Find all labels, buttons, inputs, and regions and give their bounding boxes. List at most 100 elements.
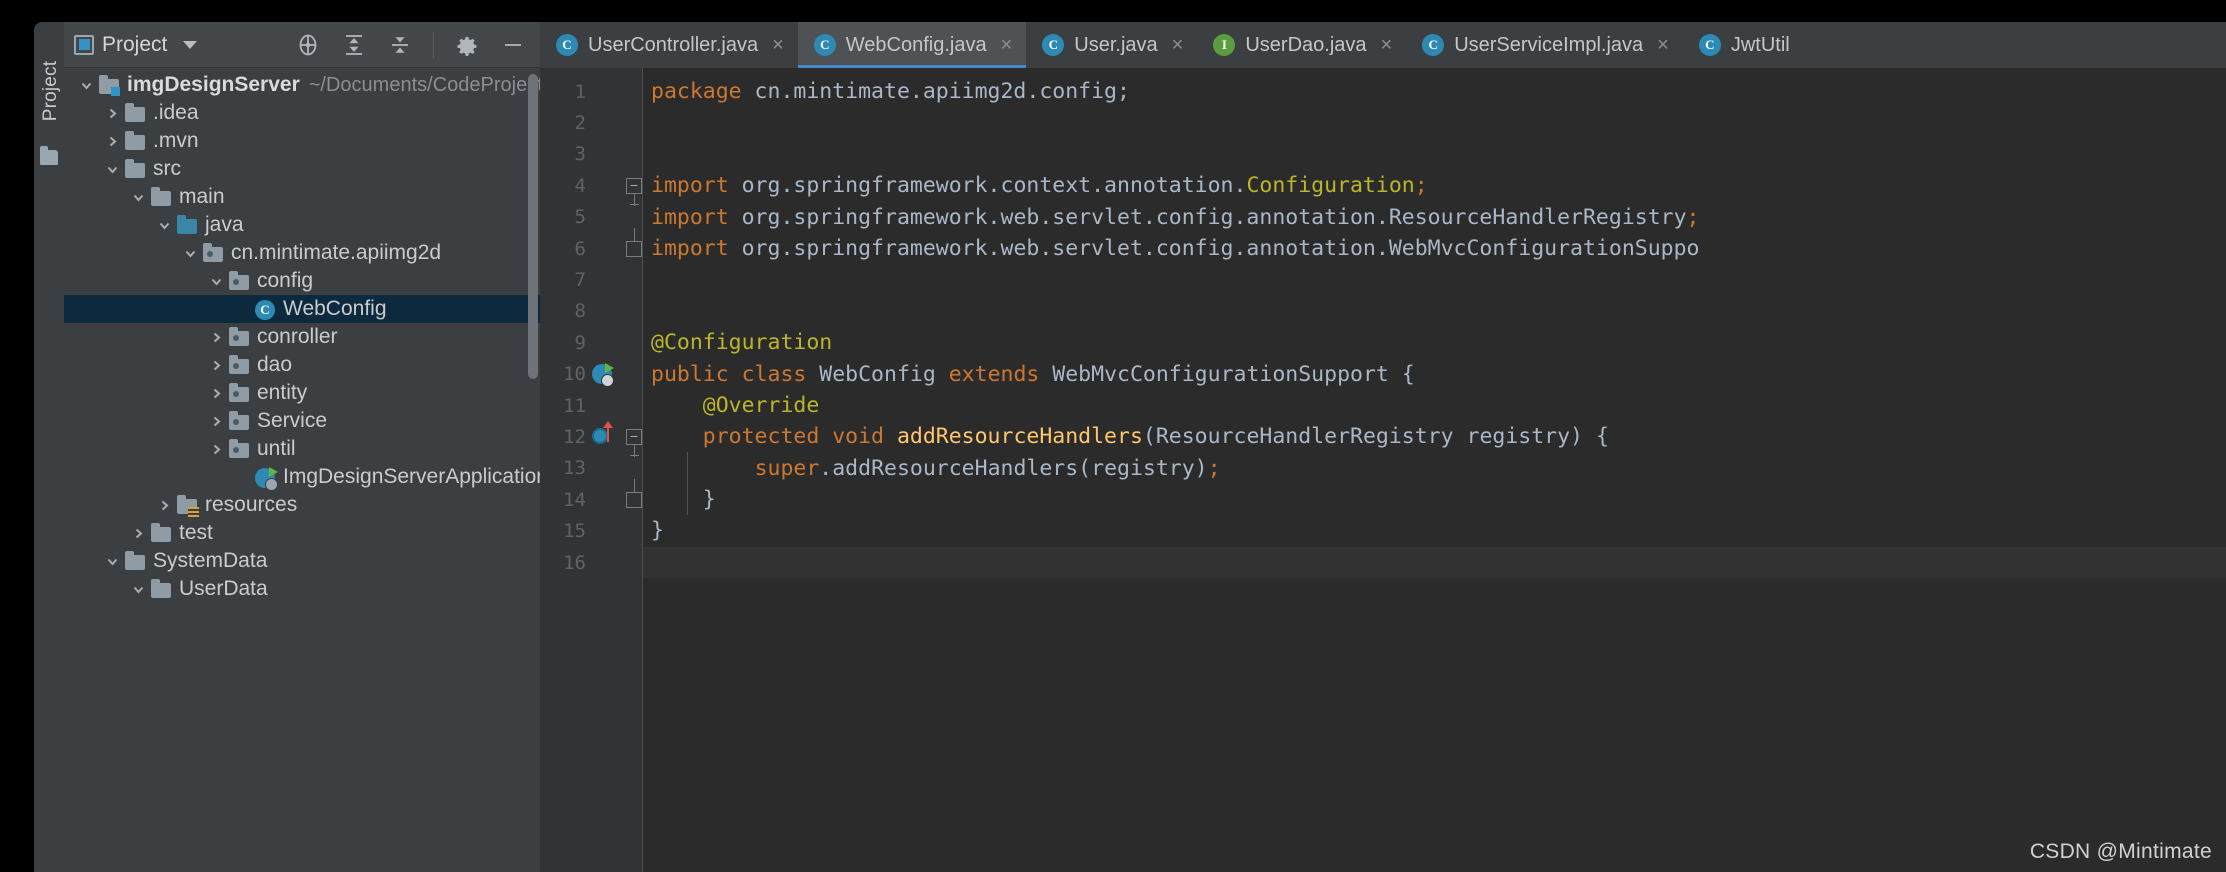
- chevron-down-icon[interactable]: [178, 247, 202, 260]
- collapse-all-icon[interactable]: [387, 32, 413, 58]
- project-view-selector[interactable]: Project: [74, 33, 198, 57]
- code-line[interactable]: super.addResourceHandlers(registry);: [643, 453, 2226, 484]
- gutter-row[interactable]: 15: [540, 515, 643, 546]
- code-editor[interactable]: 1 2 3 4−5 6 7 8 9 10 11 12−13 14 15 16 package cn.min…: [540, 68, 2226, 872]
- gutter-row[interactable]: 14: [540, 479, 643, 515]
- tree-node[interactable]: ImgDesignServerApplication: [64, 463, 540, 491]
- code-line[interactable]: [643, 107, 2226, 138]
- chevron-down-icon[interactable]: [100, 163, 124, 176]
- tree-node[interactable]: until: [64, 435, 540, 463]
- chevron-right-icon[interactable]: [204, 387, 228, 400]
- code-line[interactable]: [643, 264, 2226, 295]
- tree-node[interactable]: config: [64, 267, 540, 295]
- hide-window-icon[interactable]: [500, 32, 526, 58]
- tree-node[interactable]: conroller: [64, 323, 540, 351]
- editor-tab[interactable]: I UserDao.java ×: [1197, 22, 1406, 68]
- module-folder-icon: [98, 74, 120, 96]
- tree-node[interactable]: .mvn: [64, 127, 540, 155]
- locate-icon[interactable]: [295, 32, 321, 58]
- gutter-row[interactable]: 4−: [540, 170, 643, 207]
- gutter-row[interactable]: 12 −: [540, 421, 643, 458]
- project-tree[interactable]: imgDesignServer ~/Documents/CodeProject/.…: [64, 68, 540, 872]
- chevron-right-icon[interactable]: [100, 107, 124, 120]
- tree-node[interactable]: resources: [64, 491, 540, 519]
- tree-node[interactable]: test: [64, 519, 540, 547]
- code-line[interactable]: [643, 139, 2226, 170]
- code-line[interactable]: [643, 296, 2226, 327]
- chevron-right-icon[interactable]: [204, 415, 228, 428]
- chevron-down-icon[interactable]: [74, 79, 98, 92]
- close-icon[interactable]: ×: [1381, 35, 1393, 55]
- tree-node[interactable]: imgDesignServer ~/Documents/CodeProject/: [64, 71, 540, 99]
- code-line[interactable]: @Configuration: [643, 327, 2226, 358]
- editor-tab[interactable]: C UserController.java ×: [540, 22, 798, 68]
- code-fold-icon[interactable]: −: [626, 178, 642, 207]
- close-icon[interactable]: ×: [772, 35, 784, 55]
- gutter-row[interactable]: 7: [540, 264, 643, 295]
- code-line[interactable]: [643, 546, 2226, 579]
- tree-node[interactable]: src: [64, 155, 540, 183]
- gutter-row[interactable]: 6: [540, 227, 643, 264]
- project-tree-scrollbar[interactable]: [528, 74, 538, 379]
- chevron-down-icon[interactable]: [100, 555, 124, 568]
- tree-node[interactable]: java: [64, 211, 540, 239]
- close-icon[interactable]: ×: [1172, 35, 1184, 55]
- stripe-project-button[interactable]: Project: [40, 36, 62, 146]
- settings-gear-icon[interactable]: [454, 32, 480, 58]
- chevron-down-icon[interactable]: [152, 219, 176, 232]
- tree-node[interactable]: main: [64, 183, 540, 211]
- code-line[interactable]: import org.springframework.web.servlet.c…: [643, 202, 2226, 233]
- chevron-down-icon[interactable]: [126, 583, 150, 596]
- chevron-down-icon[interactable]: [183, 40, 198, 49]
- editor-tab-bar[interactable]: C UserController.java × C WebConfig.java × C Us…: [540, 22, 2226, 68]
- code-line[interactable]: protected void addResourceHandlers(Resou…: [643, 421, 2226, 452]
- code-line[interactable]: }: [643, 515, 2226, 546]
- code-line[interactable]: import org.springframework.context.annot…: [643, 170, 2226, 201]
- code-line[interactable]: }: [643, 484, 2226, 515]
- tree-node[interactable]: Service: [64, 407, 540, 435]
- gutter-row[interactable]: 13: [540, 453, 643, 484]
- overriding-method-gutter-icon[interactable]: [592, 421, 614, 448]
- code-fold-icon[interactable]: [626, 479, 642, 509]
- editor-gutter[interactable]: 1 2 3 4−5 6 7 8 9 10 11 12−13 14 15 16: [540, 68, 643, 872]
- chevron-right-icon[interactable]: [204, 443, 228, 456]
- gutter-row[interactable]: 11: [540, 390, 643, 421]
- tree-node[interactable]: .idea: [64, 99, 540, 127]
- editor-tab[interactable]: C JwtUtil: [1683, 22, 1804, 68]
- code-line[interactable]: import org.springframework.web.servlet.c…: [643, 233, 2226, 264]
- close-icon[interactable]: ×: [1657, 35, 1669, 55]
- close-icon[interactable]: ×: [1001, 35, 1013, 55]
- chevron-down-icon[interactable]: [204, 275, 228, 288]
- gutter-row[interactable]: 8: [540, 296, 643, 327]
- gutter-row[interactable]: 3: [540, 139, 643, 170]
- chevron-right-icon[interactable]: [204, 331, 228, 344]
- editor-tab[interactable]: C UserServiceImpl.java ×: [1406, 22, 1683, 68]
- tree-node[interactable]: SystemData: [64, 547, 540, 575]
- gutter-row[interactable]: 16: [540, 547, 643, 578]
- code-line[interactable]: package cn.mintimate.apiimg2d.config;: [643, 76, 2226, 107]
- code-text-area[interactable]: package cn.mintimate.apiimg2d.config; im…: [643, 68, 2226, 872]
- editor-tab-active[interactable]: C WebConfig.java ×: [797, 22, 1027, 68]
- chevron-right-icon[interactable]: [126, 527, 150, 540]
- tree-node[interactable]: entity: [64, 379, 540, 407]
- chevron-right-icon[interactable]: [152, 499, 176, 512]
- gutter-row[interactable]: 10: [540, 359, 643, 390]
- chevron-down-icon[interactable]: [126, 191, 150, 204]
- code-fold-icon[interactable]: [626, 227, 642, 257]
- expand-all-icon[interactable]: [341, 32, 367, 58]
- gutter-row[interactable]: 1: [540, 76, 643, 107]
- code-line[interactable]: @Override: [643, 390, 2226, 421]
- editor-tab[interactable]: C User.java ×: [1026, 22, 1197, 68]
- code-fold-icon[interactable]: −: [626, 429, 642, 458]
- gutter-row[interactable]: 2: [540, 107, 643, 138]
- gutter-row[interactable]: 9: [540, 327, 643, 358]
- tree-node-selected[interactable]: C WebConfig: [64, 295, 540, 323]
- tree-node[interactable]: UserData: [64, 575, 540, 603]
- chevron-right-icon[interactable]: [100, 135, 124, 148]
- chevron-right-icon[interactable]: [204, 359, 228, 372]
- code-line[interactable]: public class WebConfig extends WebMvcCon…: [643, 359, 2226, 390]
- spring-bean-gutter-icon[interactable]: [592, 362, 614, 387]
- tree-node[interactable]: dao: [64, 351, 540, 379]
- gutter-row[interactable]: 5: [540, 202, 643, 233]
- tree-node[interactable]: cn.mintimate.apiimg2d: [64, 239, 540, 267]
